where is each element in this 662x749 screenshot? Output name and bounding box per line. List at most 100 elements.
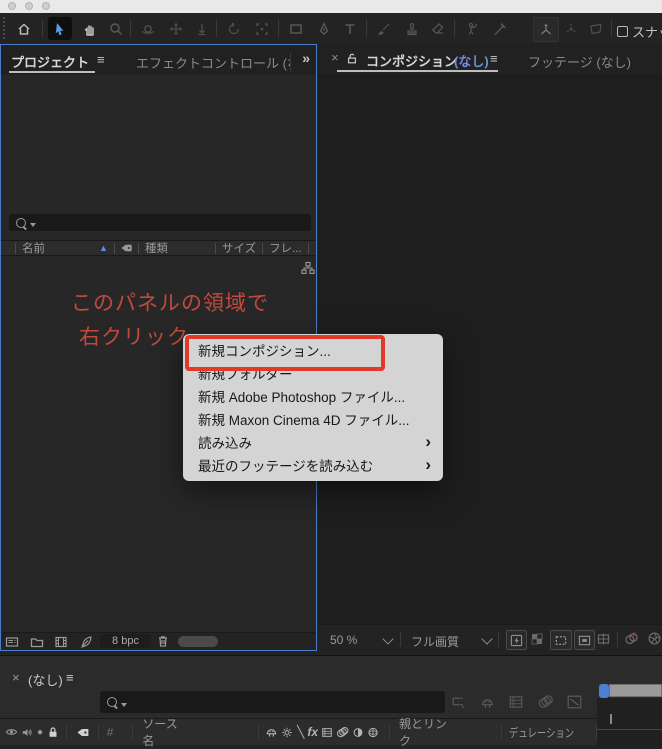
trash-icon[interactable]: [156, 634, 170, 648]
tab-effect-controls[interactable]: エフェクトコントロール (なし: [136, 53, 291, 72]
3d-layer-switch-icon[interactable]: [367, 726, 379, 739]
adjustment-layer-switch-icon[interactable]: [352, 726, 364, 739]
composition-tab-close-icon[interactable]: ×: [331, 50, 339, 65]
window-zoom-button[interactable]: [42, 2, 50, 10]
local-axis-mode-button[interactable]: [533, 17, 559, 42]
project-search-input[interactable]: [9, 214, 311, 231]
menu-item-import[interactable]: 読み込み ›: [183, 430, 443, 453]
quality-switch-icon[interactable]: ╲: [297, 725, 304, 739]
pin-tool-button[interactable]: [488, 17, 512, 40]
fx-switch-icon[interactable]: fx: [307, 725, 318, 739]
new-composition-icon[interactable]: [54, 635, 68, 649]
horizontal-scrollbar-thumb[interactable]: [178, 636, 218, 647]
frame-blend-switch-icon[interactable]: [321, 726, 333, 739]
column-index[interactable]: #: [107, 725, 114, 739]
tab-composition[interactable]: コンポジション: [366, 51, 457, 70]
snap-toggle[interactable]: スナップ: [617, 22, 662, 41]
window-minimize-button[interactable]: [25, 2, 33, 10]
magnification-value[interactable]: 50 %: [330, 633, 357, 647]
resolution-value[interactable]: フル画質: [411, 633, 459, 650]
sort-asc-icon[interactable]: ▲: [99, 243, 108, 253]
pan-camera-tool-button[interactable]: [164, 17, 188, 40]
motion-blur-switch-icon[interactable]: [336, 726, 349, 739]
unlock-icon[interactable]: [346, 52, 358, 65]
composition-panel-menu-icon[interactable]: ≡: [490, 51, 498, 66]
column-frame[interactable]: フレ...: [269, 240, 302, 256]
column-size[interactable]: サイズ: [222, 240, 256, 256]
camera-wireframe-button[interactable]: [596, 632, 611, 646]
orbit-camera-tool-button[interactable]: [136, 17, 160, 40]
timeline-tab-close-icon[interactable]: ×: [12, 670, 20, 685]
mask-visibility-button[interactable]: [574, 630, 595, 650]
submenu-arrow-icon: ›: [425, 455, 431, 474]
menu-item-new-composition[interactable]: 新規コンポジション...: [183, 338, 443, 361]
shy-switch-icon[interactable]: [265, 725, 278, 739]
label-column-icon[interactable]: [120, 243, 133, 253]
menu-item-new-cinema4d-file[interactable]: 新規 Maxon Cinema 4D ファイル...: [183, 407, 443, 430]
playhead-handle[interactable]: [599, 684, 609, 698]
tab-footage[interactable]: フッテージ (なし): [528, 52, 631, 71]
dolly-camera-tool-button[interactable]: [190, 17, 214, 40]
menu-item-new-photoshop-file[interactable]: 新規 Adobe Photoshop ファイル...: [183, 384, 443, 407]
pen-tool-button[interactable]: [312, 17, 336, 40]
tools-toolbar: スナップ: [0, 13, 662, 44]
video-eye-icon[interactable]: [5, 725, 18, 739]
interpret-footage-icon[interactable]: [5, 635, 19, 649]
menu-item-import-recent-footage[interactable]: 最近のフッテージを読み込む ›: [183, 453, 443, 476]
hand-tool-button[interactable]: [78, 17, 102, 40]
tab-overflow-icon[interactable]: »: [302, 50, 310, 66]
project-panel-menu-icon[interactable]: ≡: [97, 52, 105, 67]
brush-tool-button[interactable]: [372, 17, 396, 40]
column-name[interactable]: 名前: [22, 240, 45, 256]
color-management-icon[interactable]: [624, 631, 639, 646]
track-area[interactable]: [597, 698, 662, 745]
timeline-panel-menu-icon[interactable]: ≡: [66, 670, 74, 685]
mini-flowchart-button[interactable]: [450, 695, 466, 710]
magnification-caret-icon[interactable]: [382, 633, 394, 645]
shutter-icon[interactable]: [647, 631, 662, 646]
text-tool-button[interactable]: [338, 17, 362, 40]
frame-blending-button[interactable]: [508, 694, 524, 710]
toolbar-grip[interactable]: [2, 16, 6, 41]
timeline-tab-none[interactable]: (なし): [28, 670, 63, 689]
view-axis-mode-button[interactable]: [584, 17, 608, 40]
rotation-tool-button[interactable]: [222, 17, 246, 40]
rectangle-tool-button[interactable]: [284, 17, 308, 40]
camera-roi-tool-button[interactable]: [250, 17, 274, 40]
fast-preview-button[interactable]: [506, 630, 527, 650]
column-duration[interactable]: デュレーション: [509, 724, 574, 741]
world-axis-mode-button[interactable]: [559, 17, 583, 40]
region-of-interest-button[interactable]: [550, 630, 572, 650]
lock-icon[interactable]: [47, 726, 59, 739]
column-type[interactable]: 種類: [145, 240, 168, 256]
puppet-pin-tool-button[interactable]: [460, 17, 484, 40]
label-color-icon[interactable]: [76, 727, 90, 738]
timeline-search-icon: [107, 697, 117, 707]
collapse-switch-icon[interactable]: [281, 726, 293, 739]
cleanup-icon[interactable]: [79, 635, 93, 649]
project-flowchart-icon[interactable]: [301, 261, 315, 275]
time-navigator-bar[interactable]: [609, 684, 662, 697]
menu-item-new-folder[interactable]: 新規フォルダー: [183, 361, 443, 384]
timeline-search-input[interactable]: [100, 691, 445, 713]
tab-project[interactable]: プロジェクト: [11, 52, 89, 71]
graph-editor-button[interactable]: [566, 694, 583, 710]
composition-tab-bar: × コンポジション (なし) ≡ フッテージ (なし): [318, 44, 662, 75]
timeline-search-caret-icon: [121, 702, 127, 707]
clone-stamp-tool-button[interactable]: [400, 17, 424, 40]
composition-tab-none[interactable]: (なし): [454, 51, 489, 70]
selection-tool-button[interactable]: [48, 17, 72, 40]
snap-checkbox[interactable]: [617, 26, 628, 37]
window-close-button[interactable]: [8, 2, 16, 10]
hide-shy-layers-button[interactable]: [479, 695, 496, 710]
bpc-button[interactable]: 8 bpc: [100, 634, 151, 648]
solo-icon[interactable]: ●: [37, 727, 43, 738]
eraser-tool-button[interactable]: [426, 17, 450, 40]
motion-blur-button[interactable]: [537, 694, 554, 710]
home-button[interactable]: [12, 17, 36, 40]
zoom-tool-button[interactable]: [104, 17, 128, 40]
transparency-grid-button[interactable]: [530, 632, 544, 646]
audio-speaker-icon[interactable]: [21, 726, 33, 739]
new-folder-icon[interactable]: [30, 635, 44, 649]
resolution-caret-icon[interactable]: [481, 633, 493, 645]
